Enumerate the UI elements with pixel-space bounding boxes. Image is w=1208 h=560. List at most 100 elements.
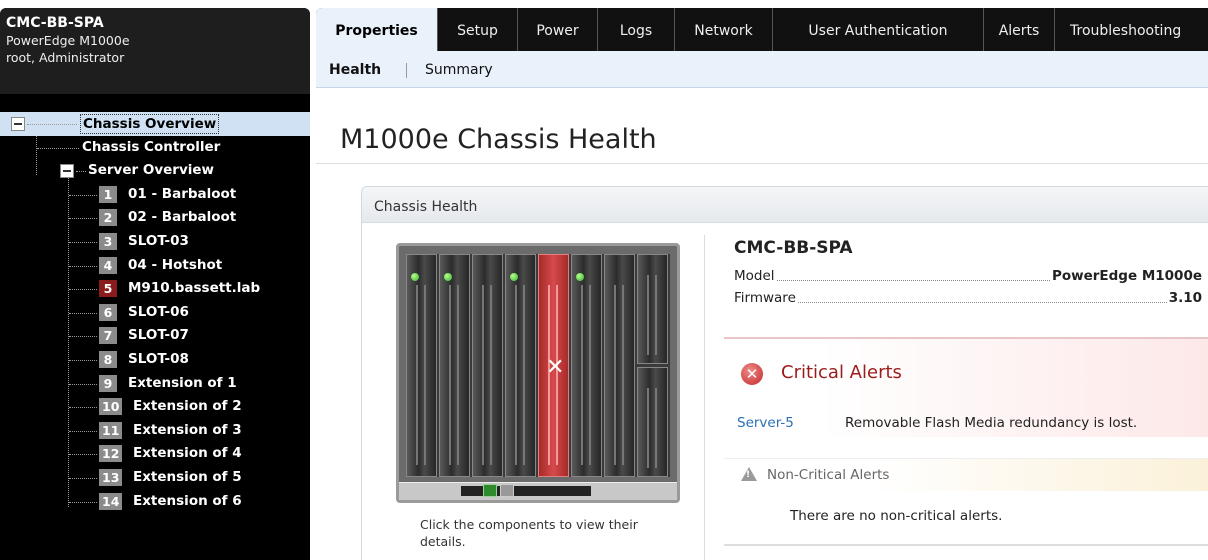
tab-logs[interactable]: Logs bbox=[597, 8, 674, 51]
status-led-icon bbox=[444, 273, 452, 281]
blade-slot-5[interactable]: ✕ bbox=[538, 254, 569, 477]
slot-number-badge: 5 bbox=[99, 280, 117, 298]
slot-number-badge: 13 bbox=[99, 468, 123, 486]
tree-item-server-5[interactable]: 5 M910.bassett.lab bbox=[0, 277, 310, 301]
chassis-info: CMC-BB-SPA Model PowerEdge M1000e Firmwa… bbox=[734, 237, 1208, 309]
slot-number-badge: 14 bbox=[99, 492, 123, 510]
blade-slot-8[interactable] bbox=[637, 254, 668, 364]
tree-item-server-6[interactable]: 6 SLOT-06 bbox=[0, 301, 310, 325]
blade-slot-6[interactable] bbox=[571, 254, 602, 477]
tab-setup[interactable]: Setup bbox=[437, 8, 517, 51]
blade-slot-2[interactable] bbox=[439, 254, 470, 477]
navigation-tree: Chassis Overview Chassis Controller Serv… bbox=[0, 112, 310, 513]
tab-bar: Properties Setup Power Logs Network User… bbox=[316, 8, 1208, 51]
tab-alerts[interactable]: Alerts bbox=[983, 8, 1054, 51]
critical-alerts-title: Critical Alerts bbox=[781, 362, 902, 383]
critical-x-icon: ✕ bbox=[546, 355, 565, 380]
tree-item-server-3[interactable]: 3 SLOT-03 bbox=[0, 230, 310, 254]
tree-label: Extension of 6 bbox=[133, 492, 242, 509]
tab-troubleshooting[interactable]: Troubleshooting bbox=[1054, 8, 1208, 51]
tree-connector bbox=[69, 289, 97, 291]
tree-item-server-overview[interactable]: Server Overview bbox=[0, 159, 310, 183]
status-led-icon bbox=[510, 273, 518, 281]
media-icon[interactable] bbox=[500, 484, 514, 497]
slot-number-badge: 6 bbox=[99, 303, 117, 321]
firmware-value: 3.10 bbox=[1168, 290, 1202, 306]
tree-label: Extension of 5 bbox=[133, 468, 242, 485]
tree-label: Chassis Controller bbox=[82, 138, 221, 155]
tree-connector bbox=[69, 407, 97, 409]
tree-item-chassis-controller[interactable]: Chassis Controller bbox=[0, 136, 310, 160]
tree-label: M910.bassett.lab bbox=[128, 280, 261, 297]
tree-label: Server Overview bbox=[88, 162, 214, 179]
tree-connector bbox=[69, 430, 97, 432]
click-hint-text: Click the components to view their detai… bbox=[420, 517, 638, 549]
collapse-icon[interactable] bbox=[60, 164, 74, 179]
slot-number-badge: 7 bbox=[99, 327, 117, 345]
tree-connector bbox=[69, 477, 97, 479]
tree-item-chassis-overview[interactable]: Chassis Overview bbox=[0, 112, 310, 136]
tree-label: Extension of 1 bbox=[128, 374, 237, 391]
page-title: M1000e Chassis Health bbox=[340, 124, 657, 155]
tree-item-server-2[interactable]: 2 02 - Barbaloot bbox=[0, 206, 310, 230]
blade-slot-1[interactable] bbox=[406, 254, 437, 477]
subtab-divider bbox=[406, 63, 407, 78]
slot-number-badge: 10 bbox=[99, 398, 123, 416]
panel-divider bbox=[704, 235, 705, 560]
warning-icon-mark: ! bbox=[746, 470, 751, 480]
kvm-icon[interactable] bbox=[483, 484, 497, 497]
firmware-row: Firmware 3.10 bbox=[734, 287, 1208, 309]
tree-item-server-13[interactable]: 13 Extension of 5 bbox=[0, 466, 310, 490]
sidebar-header: CMC-BB-SPA PowerEdge M1000e root, Admini… bbox=[0, 8, 310, 94]
tree-item-server-10[interactable]: 10 Extension of 2 bbox=[0, 395, 310, 419]
divider bbox=[724, 544, 1208, 546]
chassis-health-panel: Chassis Health ✕ Click the components to… bbox=[361, 186, 1208, 560]
chassis-model: PowerEdge M1000e bbox=[6, 33, 130, 48]
status-led-icon bbox=[411, 273, 419, 281]
tree-item-server-7[interactable]: 7 SLOT-07 bbox=[0, 324, 310, 348]
tree-connector bbox=[69, 501, 97, 503]
server-list: 1 01 - Barbaloot 2 02 - Barbaloot 3 SLOT-03 4 0… bbox=[0, 183, 310, 513]
tree-label: Extension of 3 bbox=[133, 421, 242, 438]
tree-item-server-11[interactable]: 11 Extension of 3 bbox=[0, 419, 310, 443]
content-area: M1000e Chassis Health Chassis Health ✕ C… bbox=[316, 89, 1208, 560]
tab-network[interactable]: Network bbox=[674, 8, 772, 51]
tab-properties[interactable]: Properties bbox=[316, 8, 437, 51]
tree-connector bbox=[69, 218, 97, 220]
collapse-icon[interactable] bbox=[11, 117, 25, 131]
subtab-health[interactable]: Health bbox=[329, 51, 381, 89]
tab-user-authentication[interactable]: User Authentication bbox=[772, 8, 983, 51]
navigation-sidebar: CMC-BB-SPA PowerEdge M1000e root, Admini… bbox=[0, 8, 310, 560]
tree-connector bbox=[69, 383, 97, 385]
slot-number-badge: 11 bbox=[99, 421, 123, 439]
server-5-link[interactable]: Server-5 bbox=[737, 415, 794, 431]
tree-item-server-9[interactable]: 9 Extension of 1 bbox=[0, 372, 310, 396]
tree-label: Extension of 4 bbox=[133, 445, 242, 462]
blade-slot-16[interactable] bbox=[637, 367, 668, 477]
sub-tab-bar: Health Summary bbox=[316, 51, 1208, 88]
blade-slot-3[interactable] bbox=[472, 254, 503, 477]
main-area: Properties Setup Power Logs Network User… bbox=[316, 0, 1208, 560]
subtab-summary[interactable]: Summary bbox=[425, 51, 493, 89]
blade-slot-7[interactable] bbox=[604, 254, 635, 477]
cmc-name: CMC-BB-SPA bbox=[734, 238, 853, 258]
tree-item-server-1[interactable]: 1 01 - Barbaloot bbox=[0, 183, 310, 207]
model-label: Model bbox=[734, 268, 775, 284]
tree-connector bbox=[69, 359, 97, 361]
tree-item-server-14[interactable]: 14 Extension of 6 bbox=[0, 490, 310, 514]
firmware-label: Firmware bbox=[734, 290, 796, 306]
cmc-web-console: CMC-BB-SPA PowerEdge M1000e root, Admini… bbox=[0, 0, 1208, 560]
panel-title: Chassis Health bbox=[374, 199, 478, 215]
blade-slot-4[interactable] bbox=[505, 254, 536, 477]
tree-label: SLOT-03 bbox=[128, 232, 189, 249]
tree-label: SLOT-08 bbox=[128, 350, 189, 367]
status-led-icon bbox=[576, 273, 584, 281]
chassis-graphic: ✕ bbox=[396, 243, 680, 503]
tree-label: 01 - Barbaloot bbox=[128, 185, 237, 202]
tree-item-server-4[interactable]: 4 04 - Hotshot bbox=[0, 254, 310, 278]
tree-item-server-12[interactable]: 12 Extension of 4 bbox=[0, 442, 310, 466]
control-panel-strip bbox=[461, 486, 591, 496]
tree-item-server-8[interactable]: 8 SLOT-08 bbox=[0, 348, 310, 372]
panel-header: Chassis Health bbox=[362, 187, 1208, 223]
tab-power[interactable]: Power bbox=[517, 8, 597, 51]
